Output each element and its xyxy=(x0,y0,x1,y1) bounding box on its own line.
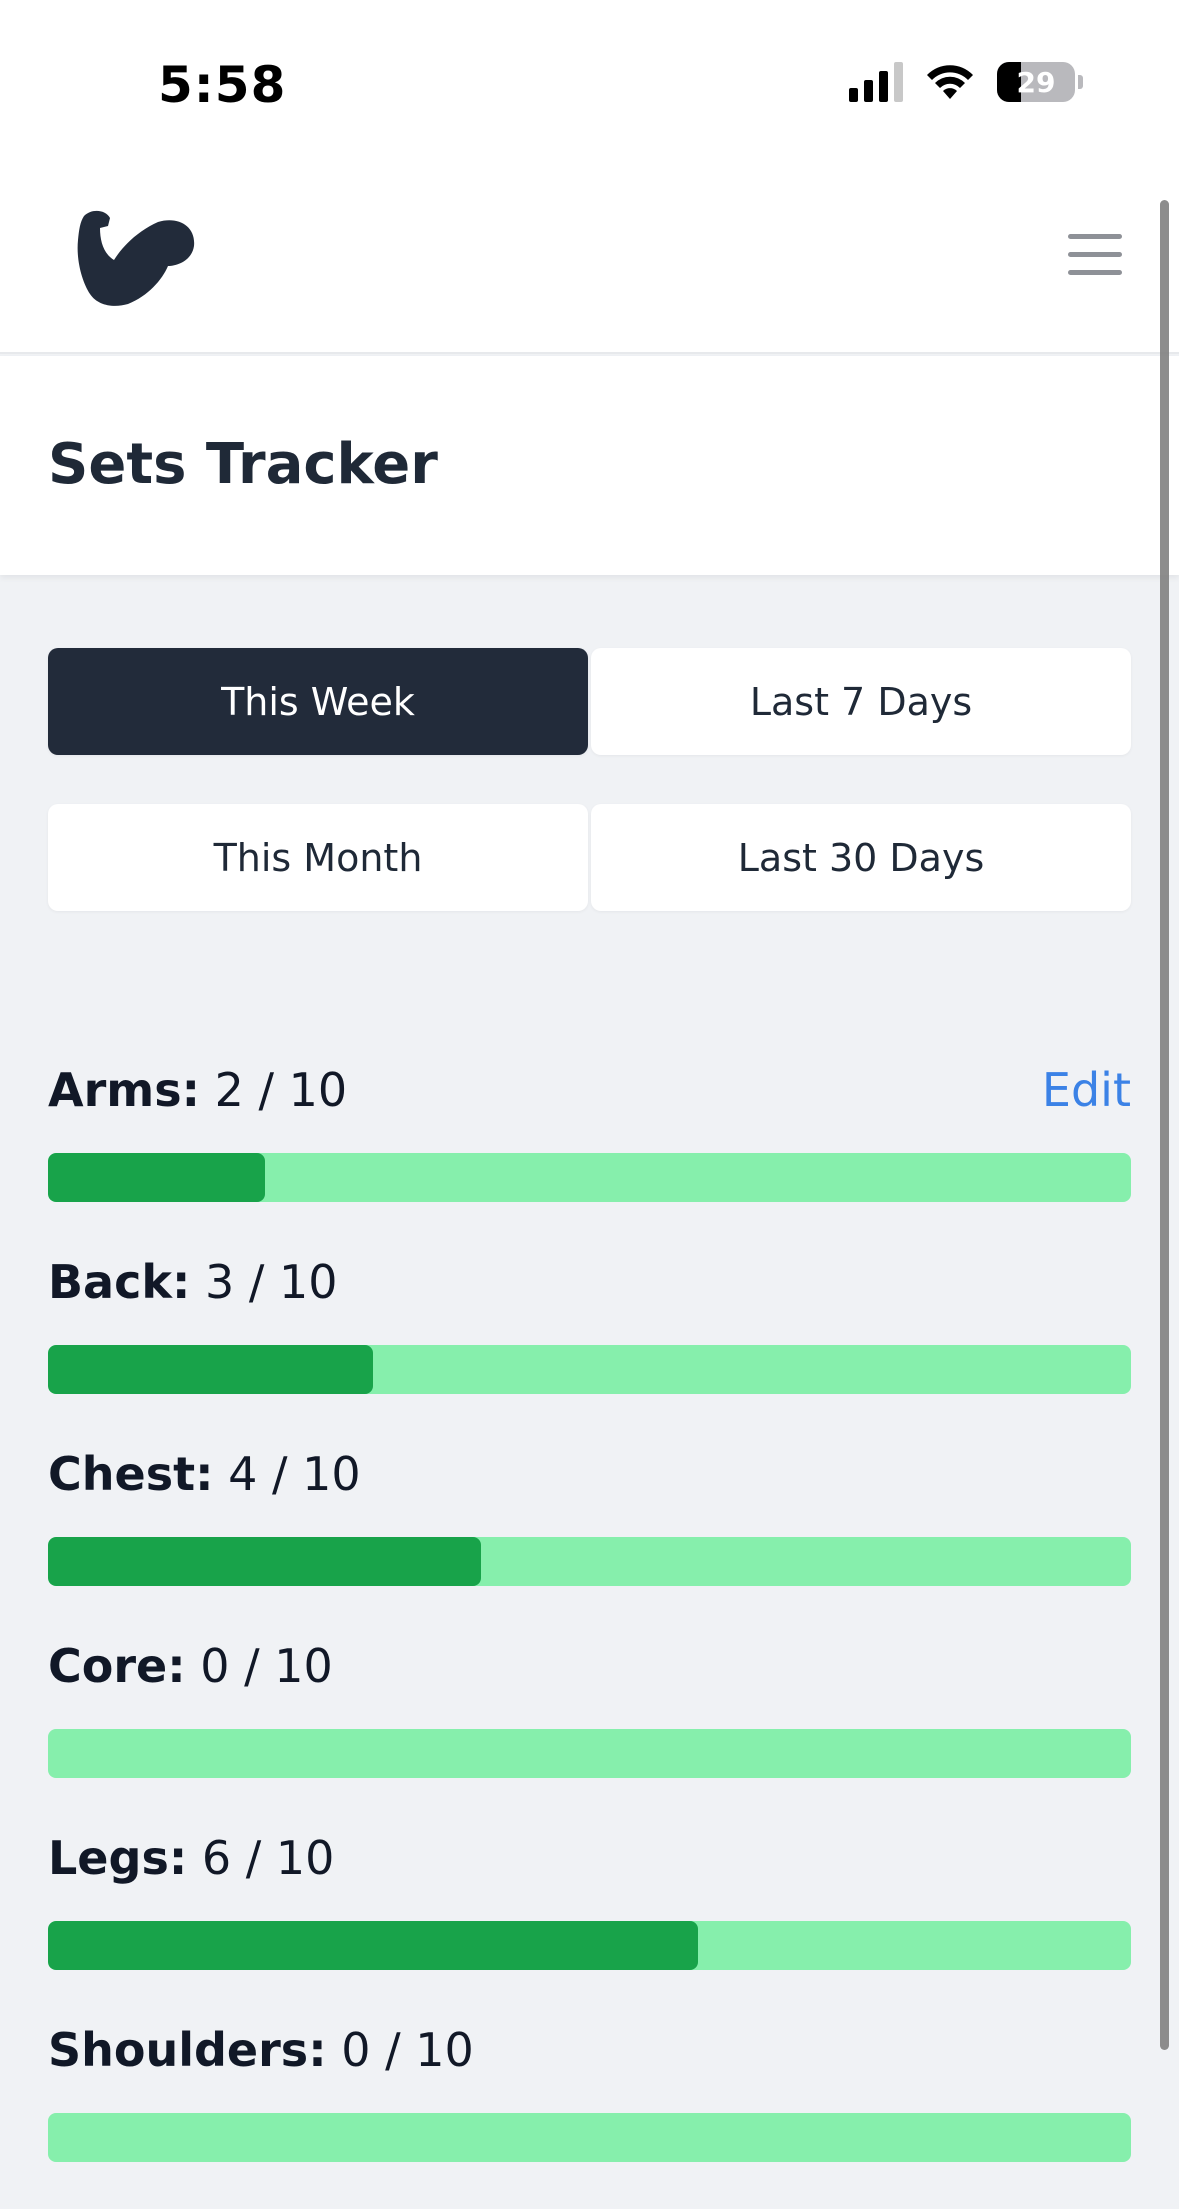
progress-track xyxy=(48,1345,1131,1394)
set-count: 0 / 10 xyxy=(200,1639,333,1693)
progress-item-chest: Chest: 4 / 10 xyxy=(48,1447,1131,1607)
progress-track xyxy=(48,1921,1131,1970)
battery-level: 29 xyxy=(1016,65,1056,99)
battery-icon: 29 xyxy=(997,62,1075,102)
progress-label: Chest: 4 / 10 xyxy=(48,1447,361,1501)
muscle-name: Legs: xyxy=(48,1831,188,1885)
set-count: 0 / 10 xyxy=(341,2023,474,2077)
hamburger-menu-icon[interactable] xyxy=(1060,230,1122,280)
progress-track xyxy=(48,1153,1131,1202)
status-time: 5:58 xyxy=(158,56,287,114)
progress-track xyxy=(48,1729,1131,1778)
scrollbar[interactable] xyxy=(1160,200,1169,2050)
progress-fill xyxy=(48,1537,482,1586)
app-header xyxy=(0,176,1179,354)
signal-icon xyxy=(849,62,903,102)
muscle-name: Chest: xyxy=(48,1447,214,1501)
muscle-name: Arms: xyxy=(48,1063,200,1117)
progress-track xyxy=(48,2113,1131,2162)
progress-fill xyxy=(48,1345,373,1394)
range-this-month-button[interactable]: This Month xyxy=(48,804,588,911)
progress-track xyxy=(48,1537,1131,1586)
wifi-icon xyxy=(927,65,973,99)
set-count: 6 / 10 xyxy=(201,1831,335,1885)
progress-item-shoulders: Shoulders: 0 / 10 xyxy=(48,2023,1131,2183)
edit-link[interactable]: Edit xyxy=(1042,1063,1131,1117)
set-count: 2 / 10 xyxy=(214,1063,348,1117)
page-title: Sets Tracker xyxy=(48,432,438,497)
progress-fill xyxy=(48,1921,698,1970)
set-count: 3 / 10 xyxy=(204,1255,338,1309)
range-last-30-days-button[interactable]: Last 30 Days xyxy=(591,804,1131,911)
progress-label: Arms: 2 / 10 xyxy=(48,1063,347,1117)
progress-item-legs: Legs: 6 / 10 xyxy=(48,1831,1131,1991)
muscle-name: Back: xyxy=(48,1255,191,1309)
range-this-week-button[interactable]: This Week xyxy=(48,648,588,755)
muscle-name: Shoulders: xyxy=(48,2023,327,2077)
title-section: Sets Tracker xyxy=(0,356,1179,575)
status-icons: 29 xyxy=(849,62,1083,102)
progress-label: Back: 3 / 10 xyxy=(48,1255,338,1309)
muscle-name: Core: xyxy=(48,1639,186,1693)
progress-item-back: Back: 3 / 10 xyxy=(48,1255,1131,1415)
progress-label: Legs: 6 / 10 xyxy=(48,1831,334,1885)
set-count: 4 / 10 xyxy=(228,1447,361,1501)
range-last-7-days-button[interactable]: Last 7 Days xyxy=(591,648,1131,755)
progress-fill xyxy=(48,1153,265,1202)
status-bar: 5:58 29 xyxy=(0,0,1179,176)
progress-label: Core: 0 / 10 xyxy=(48,1639,333,1693)
flexed-bicep-icon[interactable] xyxy=(74,208,196,306)
progress-item-core: Core: 0 / 10 xyxy=(48,1639,1131,1799)
progress-item-arms: Arms: 2 / 10 Edit xyxy=(48,1063,1131,1223)
progress-label: Shoulders: 0 / 10 xyxy=(48,2023,474,2077)
